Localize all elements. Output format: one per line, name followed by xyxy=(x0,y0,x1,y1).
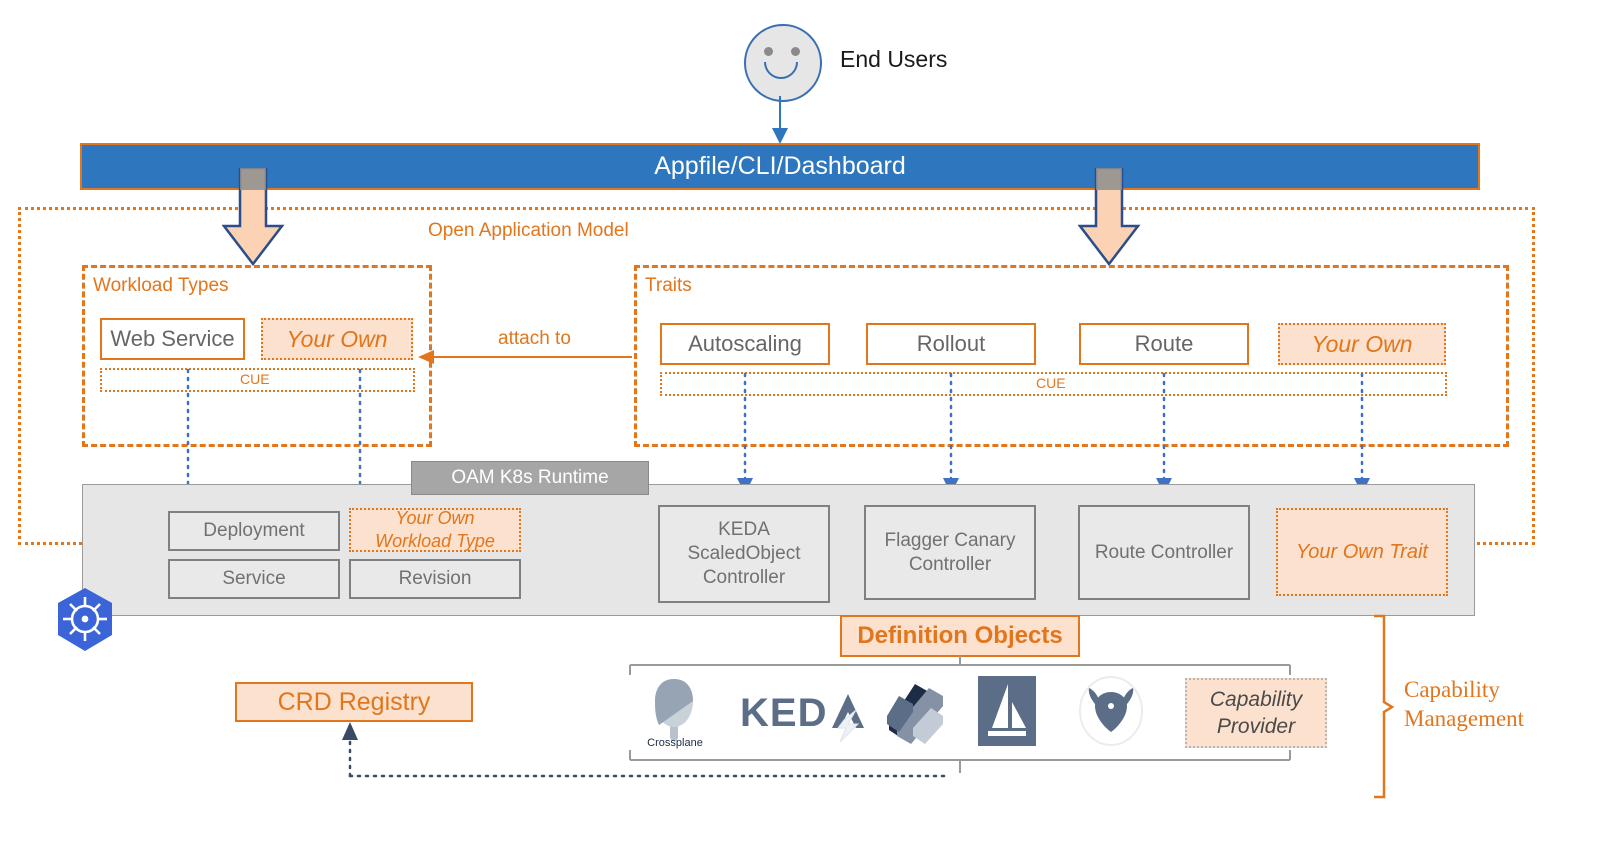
crd-registry-box[interactable]: CRD Registry xyxy=(235,682,473,722)
capability-management-line1: Capability xyxy=(1404,677,1500,702)
controller-label-line2: Controller xyxy=(908,553,992,575)
runtime-resource-your-own-workload-type[interactable]: Your Own Workload Type xyxy=(349,508,521,552)
block-arrow-to-traits xyxy=(1078,168,1141,266)
controller-label-line1: KEDA xyxy=(718,519,770,541)
kubernetes-helm-icon xyxy=(58,588,112,651)
runtime-controller-route[interactable]: Route Controller xyxy=(1078,505,1250,600)
trait-your-own[interactable]: Your Own xyxy=(1278,323,1446,365)
trait-label: Autoscaling xyxy=(688,331,802,356)
resource-label-line2: Workload Type xyxy=(375,531,495,551)
oam-label: Open Application Model xyxy=(428,220,629,241)
runtime-controller-keda[interactable]: KEDA ScaledObject Controller xyxy=(658,505,830,603)
capability-provider-box[interactable]: Capability Provider xyxy=(1185,678,1327,748)
end-users-connector xyxy=(772,96,788,144)
runtime-controller-flagger[interactable]: Flagger Canary Controller xyxy=(864,505,1036,600)
trait-label: Your Own xyxy=(1311,330,1413,357)
controller-label: Route Controller xyxy=(1094,541,1234,563)
capability-provider-line1: Capability xyxy=(1209,687,1303,711)
istio-logo xyxy=(978,676,1036,746)
workload-type-label: Your Own xyxy=(286,325,388,352)
controller-label-line1: Flagger Canary xyxy=(884,529,1016,551)
controller-label-line3: Controller xyxy=(702,566,786,588)
capability-management-brace xyxy=(1374,614,1395,799)
resource-label: Revision xyxy=(398,568,472,590)
appfile-cli-dashboard-bar[interactable]: Appfile/CLI/Dashboard xyxy=(80,143,1480,190)
crd-registry-label: CRD Registry xyxy=(277,687,431,716)
workload-type-web-service[interactable]: Web Service xyxy=(100,318,245,360)
helm-logo xyxy=(1079,676,1143,746)
smiley-face-icon xyxy=(744,24,822,102)
oam-k8s-runtime-tag: OAM K8s Runtime xyxy=(411,461,649,495)
diagram-canvas: End Users Appfile/CLI/Dashboard Open App… xyxy=(0,0,1600,847)
resource-label: Deployment xyxy=(203,520,305,542)
runtime-resource-revision[interactable]: Revision xyxy=(349,559,521,599)
block-arrow-to-workload-types xyxy=(222,168,285,266)
runtime-resource-deployment[interactable]: Deployment xyxy=(168,511,340,551)
trait-autoscaling[interactable]: Autoscaling xyxy=(660,323,830,365)
controller-label: Your Own Trait xyxy=(1296,541,1428,563)
end-users-avatar xyxy=(744,24,822,102)
resource-label: Service xyxy=(222,568,286,590)
trait-route[interactable]: Route xyxy=(1079,323,1249,365)
workload-type-label: Web Service xyxy=(110,326,235,351)
capability-provider-line2: Provider xyxy=(1216,715,1296,738)
resource-label-line1: Your Own xyxy=(395,507,475,528)
crd-registry-connector xyxy=(342,722,952,778)
runtime-controller-your-own-trait[interactable]: Your Own Trait xyxy=(1276,508,1448,596)
runtime-tag-label: OAM K8s Runtime xyxy=(451,467,609,488)
trait-label: Route xyxy=(1134,331,1194,356)
end-users-label: End Users xyxy=(840,46,948,72)
attach-to-label: attach to xyxy=(498,328,571,349)
trait-label: Rollout xyxy=(916,331,986,356)
workload-types-title: Workload Types xyxy=(93,275,229,296)
traits-title: Traits xyxy=(645,275,692,296)
capability-management-line2: Management xyxy=(1404,705,1525,731)
definition-objects-box[interactable]: Definition Objects xyxy=(840,615,1080,657)
header-label: Appfile/CLI/Dashboard xyxy=(654,152,906,180)
runtime-resource-service[interactable]: Service xyxy=(168,559,340,599)
trait-rollout[interactable]: Rollout xyxy=(866,323,1036,365)
capability-management-label: Capability Management xyxy=(1404,676,1524,734)
controller-label-line2: ScaledObject xyxy=(687,543,801,565)
workload-type-your-own[interactable]: Your Own xyxy=(261,318,413,360)
definition-objects-label: Definition Objects xyxy=(857,622,1063,649)
